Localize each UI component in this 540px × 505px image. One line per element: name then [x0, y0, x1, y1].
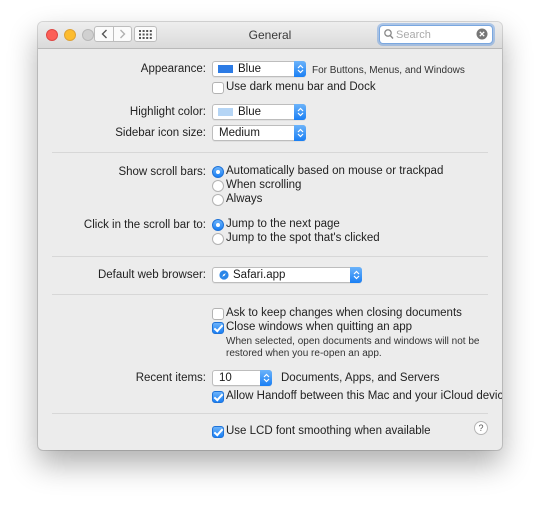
appearance-note: For Buttons, Menus, and Windows	[312, 65, 465, 76]
dark-menu-label: Use dark menu bar and Dock	[226, 81, 376, 93]
lcd-smoothing-checkbox[interactable]	[212, 426, 224, 438]
scroll-bars-scrolling-label: When scrolling	[226, 179, 302, 191]
safari-icon	[219, 270, 229, 280]
browser-popup-arrows	[350, 267, 362, 283]
appearance-popup[interactable]: Blue	[212, 61, 306, 77]
chevron-left-icon	[101, 29, 107, 39]
highlight-popup-arrows	[294, 104, 306, 120]
ask-keep-changes-checkbox[interactable]	[212, 308, 224, 320]
recent-items-suffix: Documents, Apps, and Servers	[281, 372, 440, 384]
updown-chevron-icon	[297, 64, 303, 74]
chevron-right-icon	[120, 29, 126, 39]
close-windows-hint-line2: restored when you re-open an app.	[226, 348, 382, 359]
click-scroll-label: Click in the scroll bar to:	[83, 219, 206, 231]
updown-chevron-icon	[297, 128, 303, 138]
sidebar-size-label: Sidebar icon size:	[115, 127, 206, 139]
sidebar-size-popup-arrows	[294, 125, 306, 141]
browser-label: Default web browser:	[97, 269, 206, 281]
close-windows-hint-line1: When selected, open documents and window…	[226, 336, 480, 347]
handoff-checkbox[interactable]	[212, 391, 224, 403]
appearance-label: Appearance:	[140, 63, 206, 75]
click-scroll-next-page-radio[interactable]	[212, 219, 224, 231]
grid-icon	[139, 29, 152, 39]
click-scroll-next-page-label: Jump to the next page	[226, 218, 340, 230]
highlight-value: Blue	[238, 106, 262, 118]
section-divider	[52, 413, 488, 414]
highlight-popup[interactable]: Blue	[212, 104, 306, 120]
recent-items-label: Recent items:	[135, 372, 206, 384]
click-scroll-spot-radio[interactable]	[212, 233, 224, 245]
appearance-value: Blue	[238, 63, 262, 75]
search-input[interactable]	[396, 27, 472, 42]
show-all-button[interactable]	[134, 26, 157, 42]
lcd-smoothing-label: Use LCD font smoothing when available	[226, 425, 431, 437]
appearance-color-swatch	[218, 65, 233, 73]
section-divider	[52, 256, 488, 257]
recent-items-popup-arrows	[260, 370, 272, 386]
search-field[interactable]	[379, 25, 493, 44]
back-button[interactable]	[94, 26, 114, 42]
section-divider	[52, 152, 488, 153]
forward-button[interactable]	[113, 26, 132, 42]
clear-search-icon[interactable]	[476, 28, 488, 40]
close-windows-label: Close windows when quitting an app	[226, 321, 413, 333]
recent-items-popup[interactable]: 10	[212, 370, 272, 386]
scroll-bars-auto-label: Automatically based on mouse or trackpad	[226, 165, 444, 177]
scroll-bars-label: Show scroll bars:	[118, 166, 206, 178]
click-scroll-spot-label: Jump to the spot that's clicked	[226, 232, 380, 244]
scroll-bars-always-label: Always	[226, 193, 263, 205]
section-divider	[52, 294, 488, 295]
system-preferences-window: General Appearance: Blue For Buttons, Me…	[38, 22, 502, 450]
appearance-popup-arrows	[294, 61, 306, 77]
sidebar-size-popup[interactable]: Medium	[212, 125, 306, 141]
dark-menu-checkbox[interactable]	[212, 82, 224, 94]
search-icon	[384, 29, 394, 39]
minimize-window-button[interactable]	[64, 29, 76, 41]
browser-value: Safari.app	[233, 269, 286, 281]
close-windows-checkbox[interactable]	[212, 322, 224, 334]
close-window-button[interactable]	[46, 29, 58, 41]
handoff-label: Allow Handoff between this Mac and your …	[226, 390, 502, 402]
sidebar-size-value: Medium	[219, 127, 260, 139]
highlight-label: Highlight color:	[129, 106, 206, 118]
zoom-window-button[interactable]	[82, 29, 94, 41]
updown-chevron-icon	[353, 270, 359, 280]
title-bar: General	[38, 22, 502, 49]
ask-keep-changes-label: Ask to keep changes when closing documen…	[226, 307, 462, 319]
updown-chevron-icon	[297, 107, 303, 117]
scroll-bars-auto-radio[interactable]	[212, 166, 224, 178]
scroll-bars-always-radio[interactable]	[212, 194, 224, 206]
help-button[interactable]: ?	[474, 421, 488, 435]
scroll-bars-scrolling-radio[interactable]	[212, 180, 224, 192]
highlight-color-swatch	[218, 108, 233, 116]
browser-popup[interactable]: Safari.app	[212, 267, 362, 283]
updown-chevron-icon	[263, 373, 269, 383]
recent-items-value: 10	[219, 372, 232, 384]
